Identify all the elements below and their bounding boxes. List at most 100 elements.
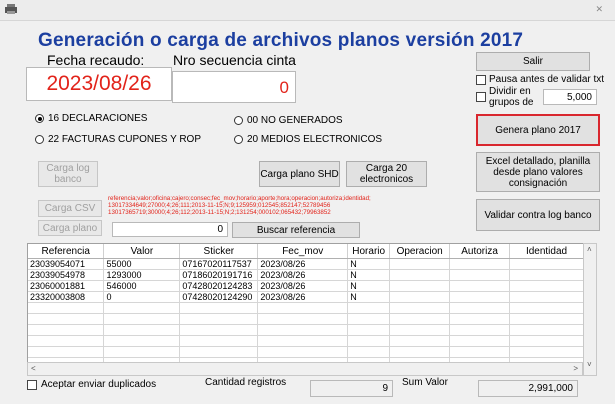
table-cell[interactable]: 07186020191716 <box>179 269 259 281</box>
table-row[interactable]: 23039054978 1293000 07186020191716 2023/08/… <box>28 269 584 281</box>
table-cell[interactable] <box>509 324 584 336</box>
counter-field[interactable]: 0 <box>112 222 228 237</box>
table-cell[interactable] <box>28 302 105 314</box>
table-cell[interactable] <box>347 324 391 336</box>
excel-detallado-button[interactable]: Excel detallado, planilla desde plano va… <box>476 152 600 192</box>
salir-button[interactable]: Salir <box>476 52 590 71</box>
table-cell[interactable] <box>449 324 511 336</box>
radio-00-no-generados[interactable]: 00 NO GENERADOS <box>234 115 343 126</box>
table-cell[interactable] <box>257 313 349 325</box>
pausa-checkbox[interactable] <box>476 75 486 85</box>
table-cell[interactable] <box>179 335 259 347</box>
table-cell[interactable]: 2023/08/26 <box>257 269 349 281</box>
table-cell[interactable] <box>257 346 349 358</box>
table-cell[interactable] <box>509 346 584 358</box>
table-cell[interactable] <box>257 335 349 347</box>
radio-16-declaraciones[interactable]: 16 DECLARACIONES <box>35 113 147 124</box>
table-cell[interactable]: 546000 <box>103 280 181 292</box>
column-header[interactable]: Referencia <box>28 244 105 259</box>
data-grid[interactable]: Referencia Valor Sticker Fec_mov Horario… <box>27 243 585 364</box>
table-cell[interactable] <box>389 313 451 325</box>
table-cell[interactable] <box>389 269 451 281</box>
carga-plano-button[interactable]: Carga plano <box>38 220 102 236</box>
table-cell[interactable] <box>347 313 391 325</box>
table-cell[interactable] <box>509 335 584 347</box>
dividir-checkbox[interactable] <box>476 92 486 102</box>
table-cell[interactable] <box>179 302 259 314</box>
table-cell[interactable]: 23060001881 <box>28 280 105 292</box>
table-cell[interactable] <box>449 335 511 347</box>
table-cell[interactable] <box>103 302 181 314</box>
horizontal-scrollbar[interactable]: < > <box>27 362 583 376</box>
table-cell[interactable]: N <box>347 269 391 281</box>
carga-log-banco-button[interactable]: Carga log banco <box>38 161 98 187</box>
table-cell[interactable]: 55000 <box>103 258 181 270</box>
radio-20-medios[interactable]: 20 MEDIOS ELECTRONICOS <box>234 134 382 145</box>
table-cell[interactable]: 2023/08/26 <box>257 291 349 303</box>
column-header[interactable]: Fec_mov <box>257 244 349 259</box>
table-cell[interactable] <box>449 346 511 358</box>
table-cell[interactable]: 2023/08/26 <box>257 258 349 270</box>
table-cell[interactable] <box>509 258 584 270</box>
table-cell[interactable] <box>28 313 105 325</box>
table-cell[interactable] <box>509 291 584 303</box>
table-cell[interactable]: N <box>347 280 391 292</box>
table-cell[interactable] <box>509 280 584 292</box>
close-icon[interactable]: ✕ <box>595 4 603 15</box>
carga-plano-shd-button[interactable]: Carga plano SHD <box>259 161 340 187</box>
column-header[interactable]: Horario <box>347 244 391 259</box>
table-cell[interactable] <box>449 269 511 281</box>
buscar-referencia-button[interactable]: Buscar referencia <box>232 222 360 238</box>
table-row[interactable]: 23039054071 55000 07167020117537 2023/08/26… <box>28 258 584 270</box>
table-cell[interactable]: 07428020124283 <box>179 280 259 292</box>
validar-log-banco-button[interactable]: Validar contra log banco <box>476 199 600 231</box>
fecha-recaudo-field[interactable]: 2023/08/26 <box>26 67 172 101</box>
nro-secuencia-field[interactable]: 0 <box>172 71 296 103</box>
table-cell[interactable] <box>103 313 181 325</box>
table-cell[interactable] <box>389 280 451 292</box>
vertical-scrollbar[interactable]: ˄ ˅ <box>583 243 597 376</box>
table-cell[interactable] <box>509 302 584 314</box>
table-cell[interactable] <box>28 324 105 336</box>
scroll-left-icon[interactable]: < <box>31 364 36 373</box>
table-cell[interactable] <box>389 346 451 358</box>
scroll-down-icon[interactable]: ˅ <box>587 360 592 369</box>
scroll-right-icon[interactable]: > <box>573 364 578 373</box>
table-cell[interactable]: 23039054071 <box>28 258 105 270</box>
table-cell[interactable]: 2023/08/26 <box>257 280 349 292</box>
column-header[interactable]: Sticker <box>179 244 259 259</box>
table-row-empty[interactable] <box>28 346 584 358</box>
column-header[interactable]: Operacion <box>389 244 451 259</box>
table-cell[interactable]: 23039054978 <box>28 269 105 281</box>
table-cell[interactable]: N <box>347 291 391 303</box>
table-cell[interactable] <box>509 313 584 325</box>
table-cell[interactable] <box>103 346 181 358</box>
table-cell[interactable]: 0 <box>103 291 181 303</box>
carga-20-electronicos-button[interactable]: Carga 20 electronicos <box>346 161 427 187</box>
radio-22-facturas[interactable]: 22 FACTURAS CUPONES Y ROP <box>35 134 201 145</box>
table-cell[interactable] <box>179 324 259 336</box>
table-cell[interactable]: 07428020124290 <box>179 291 259 303</box>
table-cell[interactable] <box>103 324 181 336</box>
table-row-empty[interactable] <box>28 302 584 314</box>
table-cell[interactable] <box>28 335 105 347</box>
table-row[interactable]: 23060001881 546000 07428020124283 2023/08/2… <box>28 280 584 292</box>
column-header[interactable]: Identidad <box>509 244 584 259</box>
table-cell[interactable] <box>257 302 349 314</box>
table-cell[interactable] <box>347 346 391 358</box>
table-cell[interactable] <box>389 324 451 336</box>
column-header[interactable]: Autoriza <box>449 244 511 259</box>
table-cell[interactable] <box>389 258 451 270</box>
table-row-empty[interactable] <box>28 335 584 347</box>
table-cell[interactable] <box>179 313 259 325</box>
aceptar-duplicados-checkbox[interactable] <box>27 380 37 390</box>
table-row-empty[interactable] <box>28 313 584 325</box>
table-cell[interactable]: 07167020117537 <box>179 258 259 270</box>
table-cell[interactable] <box>257 324 349 336</box>
table-cell[interactable] <box>347 335 391 347</box>
table-row[interactable]: 23320003808 0 07428020124290 2023/08/26 N <box>28 291 584 303</box>
table-cell[interactable] <box>179 346 259 358</box>
table-cell[interactable] <box>103 335 181 347</box>
carga-csv-button[interactable]: Carga CSV <box>38 200 102 217</box>
table-cell[interactable]: N <box>347 258 391 270</box>
